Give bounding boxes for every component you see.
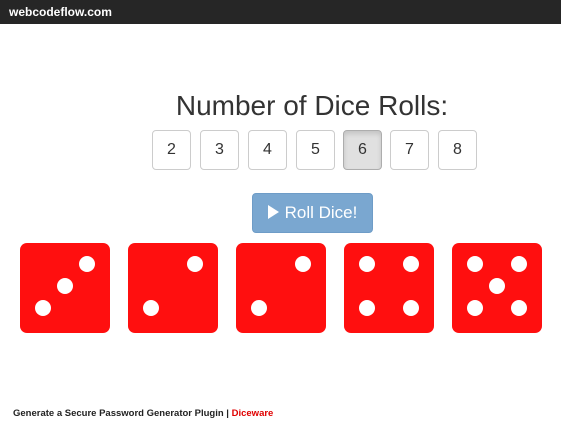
dice-count-option-7[interactable]: 7 <box>390 130 429 170</box>
dice-count-option-6[interactable]: 6 <box>343 130 382 170</box>
die-pip <box>187 256 203 272</box>
top-bar: webcodeflow.com <box>0 0 561 24</box>
die-pip <box>35 300 51 316</box>
die-pip <box>251 300 267 316</box>
die-pip <box>295 256 311 272</box>
die-pip <box>511 300 527 316</box>
die-pip <box>57 278 73 294</box>
die-1 <box>20 243 110 333</box>
dice-count-option-4[interactable]: 4 <box>248 130 287 170</box>
die-3 <box>236 243 326 333</box>
dice-count-option-2[interactable]: 2 <box>152 130 191 170</box>
die-pip <box>467 300 483 316</box>
die-pip <box>359 300 375 316</box>
page-title: Number of Dice Rolls: <box>175 90 449 121</box>
die-pip <box>467 256 483 272</box>
dice-count-selector: 2 3 4 5 6 7 8 <box>0 130 561 170</box>
roll-dice-button[interactable]: Roll Dice! <box>252 193 373 233</box>
diceware-link[interactable]: Diceware <box>232 408 274 419</box>
die-pip <box>359 256 375 272</box>
footer-text: Generate a Secure Password Generator Plu… <box>13 408 232 419</box>
play-icon <box>267 205 279 219</box>
die-pip <box>511 256 527 272</box>
die-pip <box>403 256 419 272</box>
dice-count-option-3[interactable]: 3 <box>200 130 239 170</box>
die-2 <box>128 243 218 333</box>
die-4 <box>344 243 434 333</box>
die-pip <box>79 256 95 272</box>
die-pip <box>403 300 419 316</box>
footer: Generate a Secure Password Generator Plu… <box>13 408 273 419</box>
die-5 <box>452 243 542 333</box>
die-pip <box>143 300 159 316</box>
dice-count-option-5[interactable]: 5 <box>296 130 335 170</box>
brand-label[interactable]: webcodeflow.com <box>9 5 112 19</box>
die-pip <box>489 278 505 294</box>
roll-dice-label: Roll Dice! <box>284 203 358 222</box>
dice-count-option-8[interactable]: 8 <box>438 130 477 170</box>
